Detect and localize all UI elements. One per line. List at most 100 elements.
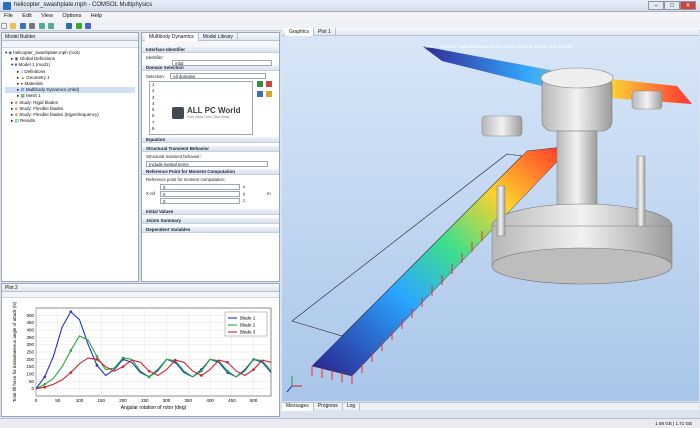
identifier-label: Identifier: [146,55,164,60]
ref-x-field[interactable]: 0 [160,184,240,190]
lift-force-chart: 0 50 100 150 200 250 300 350 400 450 500 0 50 100 150 2… [12,301,272,411]
y-tick-label: 350 [26,335,34,340]
x-tick-label: 250 [141,398,149,403]
y-tick-label: 450 [26,320,34,325]
model-builder-toolbar [2,41,138,48]
x-tick-label: 150 [98,398,106,403]
data-point [43,382,47,386]
pitch-arm [481,115,523,137]
data-point [200,369,203,373]
model-tree: ▾ ◆ helicopter_swashplate.mph (root) ▸ ◉… [2,48,138,126]
ref-axis-z: z [243,198,246,203]
settings-tabs: Multibody Dynamics Model Library [142,33,279,41]
model-builder-panel: Model Builder ▾ ◆ helicopter_swashplate.… [1,32,139,282]
tab-plot1[interactable]: Plot 1 [314,28,336,36]
tree-results[interactable]: ▸ ▤ Results [5,118,135,124]
data-point [147,369,151,373]
data-point [252,368,255,371]
settings-panel: Multibody Dynamics Model Library Interfac… [141,32,280,282]
section-dependent-variables[interactable]: Dependent Variables [142,227,279,233]
open-icon[interactable] [10,23,17,29]
identifier-field[interactable]: mbd [172,60,272,66]
menu-edit[interactable]: Edit [22,13,31,19]
domain-item[interactable]: 8 [150,126,252,132]
ref-z-field[interactable]: 0 [160,198,240,204]
data-point [95,358,99,361]
transient-dropdown[interactable]: Include inertial terms [146,161,268,167]
plot2-tab[interactable]: Plot 2 [2,284,279,292]
data-point [226,360,229,364]
help-icon[interactable] [85,23,92,29]
undo-icon[interactable] [38,23,45,29]
tab-messages[interactable]: Messages [282,403,314,411]
watermark-logo-icon [172,107,184,119]
menu-options[interactable]: Options [62,13,81,19]
remove-selection-icon[interactable] [266,81,272,87]
redo-icon[interactable] [47,23,54,29]
axis-triad [286,376,302,393]
data-point [147,375,151,379]
x-tick-label: 350 [185,398,193,403]
minimize-button[interactable]: – [648,1,664,10]
status-bar: 1.88 GB | 1.71 GB [0,418,700,428]
data-point [226,369,229,373]
close-button[interactable]: ✕ [680,1,696,10]
clear-selection-icon[interactable] [266,91,272,97]
selection-dropdown[interactable]: All domains [170,73,266,79]
y-tick-label: 50 [29,379,35,384]
print-icon[interactable] [29,23,36,29]
model-icon[interactable] [66,23,73,29]
y-tick-label: 150 [26,364,34,369]
maximize-button[interactable]: □ [664,1,680,10]
x-tick-label: 200 [119,398,127,403]
save-icon[interactable] [19,23,26,29]
menu-help[interactable]: Help [91,13,102,19]
ref-axis-x: x [243,184,246,189]
plot2-panel: Plot 2 0 50 100 150 200 250 300 350 400 450 500 0 50… [1,283,280,417]
link-rod [496,185,506,237]
compute-icon[interactable] [75,23,82,29]
messages-panel: Messages Progress Log [282,402,699,411]
title-bar: helicopter_swashplate.mph - COMSOL Multi… [0,0,700,12]
watermark: ALL PC World Free Apps One Click Away [170,105,244,121]
tab-log[interactable]: Log [343,403,361,411]
x-axis-label: Angular rotation of rotor (deg) [121,405,187,411]
data-point [173,358,177,362]
data-point [95,363,99,367]
x-tick-label: 0 [35,398,38,403]
add-selection-icon[interactable] [257,81,263,87]
menu-bar: File Edit View Options Help [0,12,700,21]
tab-multibody-dynamics[interactable]: Multibody Dynamics [145,33,199,41]
ref-y-field[interactable]: 0 [160,191,240,197]
data-point [69,349,73,352]
zoom-selection-icon[interactable] [257,91,263,97]
watermark-subtitle: Free Apps One Click Away [187,115,230,119]
model-builder-tab[interactable]: Model Builder [2,33,138,41]
y-tick-label: 400 [26,328,34,333]
tab-model-library[interactable]: Model Library [199,33,239,41]
tab-graphics[interactable]: Graphics [285,28,315,36]
graphics-canvas[interactable]: Time=... Surface: Total displacement (m)… [282,36,699,401]
selection-label: Selection: [146,74,165,79]
link-rod [636,155,646,227]
graphics-tabs: Graphics Plot 1 [282,28,699,36]
ref-unit: m [267,191,271,196]
x-tick-label: 300 [163,398,171,403]
data-point [121,356,125,360]
x-tick-label: 100 [76,398,84,403]
results-overlay-text: Time=... Surface: Total displacement (m)… [422,44,573,49]
tab-progress[interactable]: Progress [314,403,343,411]
data-point [69,310,73,313]
watermark-title: ALL PC World [187,106,241,115]
y-tick-label: 100 [26,372,34,377]
y-tick-label: 250 [26,350,34,355]
hub-column [556,130,598,212]
menu-file[interactable]: File [4,13,13,19]
ref-point-label: Reference point for moment computation: [146,177,226,182]
ref-symbol: X ref [146,191,156,196]
menu-view[interactable]: View [41,13,53,19]
new-icon[interactable] [1,23,7,29]
pitch-arm [631,90,663,110]
swashplate-bottom [491,247,673,285]
y-tick-label: 300 [26,342,34,347]
